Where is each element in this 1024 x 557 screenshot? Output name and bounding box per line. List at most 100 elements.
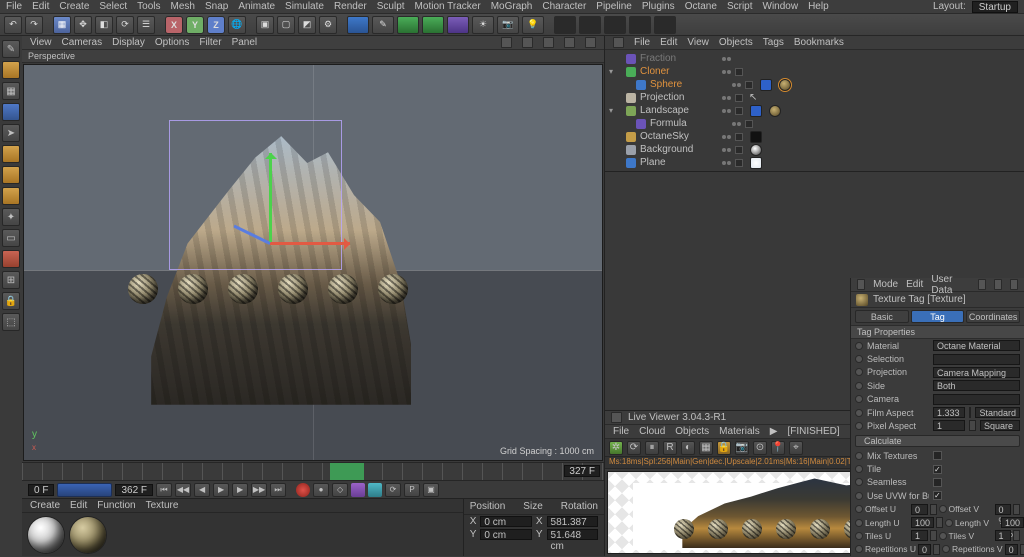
enable-check[interactable]: [745, 120, 753, 128]
reps-v-stepper[interactable]: [1020, 544, 1024, 555]
menu-sculpt[interactable]: Sculpt: [377, 1, 405, 12]
am-back-icon[interactable]: [978, 279, 986, 290]
visibility-dots[interactable]: [722, 135, 731, 139]
lv-pause-button[interactable]: ⏸: [645, 441, 659, 455]
offset-u-field[interactable]: 0 %: [911, 504, 928, 515]
vmenu-filter[interactable]: Filter: [199, 37, 221, 48]
menu-plugins[interactable]: Plugins: [642, 1, 675, 12]
object-row[interactable]: Sphere: [605, 78, 1024, 91]
visibility-dots[interactable]: [732, 122, 741, 126]
shelf-b-button[interactable]: [579, 16, 601, 34]
timeline-marker[interactable]: [330, 463, 364, 480]
visibility-dots[interactable]: [722, 109, 731, 113]
menu-motiontracker[interactable]: Motion Tracker: [415, 1, 481, 12]
view-nav-5-icon[interactable]: [585, 37, 596, 48]
om-tags[interactable]: Tags: [763, 37, 784, 48]
mm-edit[interactable]: Edit: [70, 500, 87, 511]
pixel-aspect-field[interactable]: 1: [933, 420, 965, 431]
object-tag-icon[interactable]: [769, 105, 781, 117]
tiles-u-field[interactable]: 1: [911, 530, 928, 541]
film-aspect-stepper[interactable]: [969, 407, 971, 418]
rotate-tool-button[interactable]: ⟳: [116, 16, 134, 34]
menu-create[interactable]: Create: [59, 1, 89, 12]
object-tag-icon[interactable]: [750, 105, 762, 117]
tile-check[interactable]: [933, 465, 942, 474]
clone-sphere[interactable]: [328, 274, 358, 304]
object-tree[interactable]: Fraction▾ClonerSphereProjection↖▾Landsca…: [605, 50, 1024, 171]
lv-materials[interactable]: Materials: [719, 426, 760, 437]
object-row[interactable]: Projection↖: [605, 91, 1024, 104]
cloner-instances[interactable]: [128, 274, 408, 304]
reps-v-field[interactable]: 0: [1005, 544, 1018, 555]
object-tag-icon[interactable]: [750, 131, 762, 143]
menu-character[interactable]: Character: [542, 1, 586, 12]
gizmo-x-axis[interactable]: [270, 242, 350, 245]
object-row[interactable]: OctaneSky: [605, 130, 1024, 143]
goto-end-button[interactable]: ⏭: [270, 483, 286, 497]
tiles-v-stepper[interactable]: [1013, 530, 1020, 541]
film-aspect-field[interactable]: 1.333: [933, 407, 965, 418]
clone-sphere[interactable]: [128, 274, 158, 304]
autokey-button[interactable]: ●: [313, 483, 329, 497]
length-v-field[interactable]: 100 %: [1001, 517, 1024, 528]
expand-icon[interactable]: ▾: [609, 106, 618, 115]
lv-file[interactable]: File: [613, 426, 629, 437]
am-handle-icon[interactable]: [857, 279, 865, 290]
lv-settings-button[interactable]: ✲: [609, 441, 623, 455]
object-name-label[interactable]: Plane: [640, 157, 716, 168]
material-field[interactable]: Octane Material: [933, 340, 1020, 351]
view-nav-1-icon[interactable]: [501, 37, 512, 48]
timeline-end-field[interactable]: 327 F: [564, 465, 600, 477]
prev-frame-button[interactable]: ◀: [194, 483, 210, 497]
vmenu-options[interactable]: Options: [155, 37, 189, 48]
side-field[interactable]: Both: [933, 380, 1020, 391]
perspective-viewport[interactable]: xy Grid Spacing : 1000 cm: [23, 64, 603, 461]
viewport-solo-button[interactable]: ▭: [2, 229, 20, 247]
object-row[interactable]: Plane: [605, 156, 1024, 169]
lv-picker-button[interactable]: ⌖: [789, 441, 803, 455]
shelf-a-button[interactable]: [554, 16, 576, 34]
add-environment-button[interactable]: ☀: [472, 16, 494, 34]
menu-help[interactable]: Help: [808, 1, 829, 12]
render-settings-button[interactable]: ⚙: [319, 16, 337, 34]
step-fwd-button[interactable]: ▶▶: [251, 483, 267, 497]
object-row[interactable]: ▾Landscape: [605, 104, 1024, 117]
object-name-label[interactable]: Formula: [650, 118, 726, 129]
menu-window[interactable]: Window: [763, 1, 799, 12]
material-list[interactable]: [22, 513, 463, 557]
lv-render-button[interactable]: R: [663, 441, 677, 455]
menu-script[interactable]: Script: [727, 1, 753, 12]
enable-check[interactable]: [735, 133, 743, 141]
axis-mode-button[interactable]: ✦: [2, 208, 20, 226]
pixel-aspect-stepper[interactable]: [969, 420, 976, 431]
menu-tools[interactable]: Tools: [137, 1, 160, 12]
om-edit[interactable]: Edit: [660, 37, 677, 48]
landscape-object[interactable]: [151, 136, 411, 405]
calculate-button[interactable]: Calculate: [855, 435, 1020, 447]
om-view[interactable]: View: [687, 37, 709, 48]
length-u-field[interactable]: 100 %: [911, 517, 934, 528]
workplane-button[interactable]: [2, 103, 20, 121]
locked-workplane-button[interactable]: 🔒: [2, 292, 20, 310]
param-key-button[interactable]: P: [404, 483, 420, 497]
menu-select[interactable]: Select: [99, 1, 127, 12]
mm-function[interactable]: Function: [97, 500, 135, 511]
planar-workplane-button[interactable]: ⬚: [2, 313, 20, 331]
om-handle-icon[interactable]: [613, 37, 624, 48]
mm-create[interactable]: Create: [30, 500, 60, 511]
vmenu-panel[interactable]: Panel: [232, 37, 258, 48]
enable-check[interactable]: [735, 146, 743, 154]
clone-sphere[interactable]: [178, 274, 208, 304]
timeline-range-bar[interactable]: [57, 483, 112, 497]
material-swatch[interactable]: [28, 517, 64, 553]
record-key-button[interactable]: [296, 483, 310, 497]
menu-simulate[interactable]: Simulate: [285, 1, 324, 12]
object-mode-button[interactable]: ➤: [2, 124, 20, 142]
render-pv-button[interactable]: ◩: [298, 16, 316, 34]
make-editable-button[interactable]: ✎: [2, 40, 20, 58]
timeline[interactable]: 327 F: [22, 462, 604, 480]
keyframe-sel-button[interactable]: ◇: [332, 483, 348, 497]
om-objects[interactable]: Objects: [719, 37, 753, 48]
object-row[interactable]: Background: [605, 143, 1024, 156]
lv-focus-button[interactable]: ⊙: [753, 441, 767, 455]
